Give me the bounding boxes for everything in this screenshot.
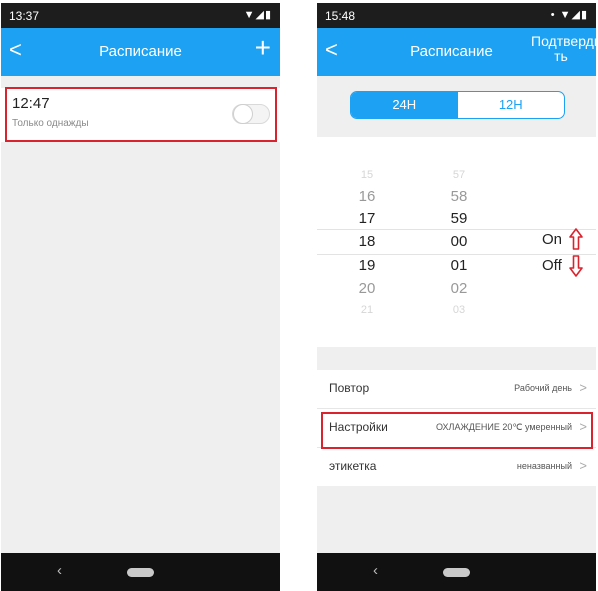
minute-option: 01 (450, 257, 468, 274)
hour-option: 15 (360, 169, 374, 181)
chevron-right-icon: > (579, 380, 587, 395)
hour-option: 16 (358, 188, 376, 205)
power-off-label[interactable]: Off (542, 257, 562, 274)
signal-battery-icon: ▼◢▮ (243, 9, 272, 21)
format-selector-area: 24H 12H (317, 76, 596, 137)
hour-option: 21 (360, 304, 374, 316)
confirm-button[interactable]: Подтверди ть (531, 34, 596, 64)
status-time: 15:48 (325, 9, 356, 23)
row-value: неназванный (516, 461, 572, 471)
chevron-right-icon: > (579, 458, 587, 473)
hour-option: 19 (358, 257, 376, 274)
nav-home-pill[interactable] (127, 568, 154, 577)
phone-screen-schedule-list: 13:37 ▼◢▮ < Расписание + 12:47 Только од… (1, 3, 280, 591)
section-gap (317, 347, 596, 370)
minute-option: 58 (450, 188, 468, 205)
highlight-box (5, 87, 277, 142)
time-format-segment: 24H 12H (350, 91, 565, 119)
nav-home-pill[interactable] (443, 568, 470, 577)
power-on-label[interactable]: On (542, 231, 562, 248)
hour-selected: 18 (358, 233, 376, 250)
signal-battery-icon: • ▼◢▮ (550, 9, 588, 21)
minute-option: 03 (452, 304, 466, 316)
hour-option: 17 (358, 210, 376, 227)
highlight-box (321, 412, 593, 449)
add-schedule-button[interactable]: + (255, 33, 271, 63)
minute-option: 57 (452, 169, 466, 181)
app-bar: < Расписание + (1, 28, 280, 76)
row-value: Рабочий день (514, 383, 572, 393)
page-title: Расписание (99, 43, 182, 60)
settings-row-label[interactable]: этикетка неназванный > (317, 448, 596, 487)
minute-option: 02 (450, 280, 468, 297)
arrow-up-icon (569, 228, 583, 250)
app-bar: < Расписание Подтверди ть (317, 28, 596, 76)
status-bar: 13:37 ▼◢▮ (1, 3, 280, 28)
nav-back-icon[interactable]: ‹ (57, 562, 62, 579)
format-12h-tab[interactable]: 12H (458, 92, 565, 118)
status-time: 13:37 (9, 9, 40, 23)
empty-area (317, 486, 596, 553)
time-picker[interactable]: 15 16 17 18 19 20 21 57 58 59 00 01 02 0… (317, 137, 596, 347)
settings-row-repeat[interactable]: Повтор Рабочий день > (317, 370, 596, 409)
status-bar: 15:48 • ▼◢▮ (317, 3, 596, 28)
row-label: Повтор (329, 381, 370, 395)
system-nav-bar: ‹ (317, 553, 596, 591)
format-24h-tab[interactable]: 24H (351, 92, 458, 118)
minute-selected: 00 (450, 233, 468, 250)
nav-back-icon[interactable]: ‹ (373, 562, 378, 579)
selection-line-top (317, 229, 596, 230)
system-nav-bar: ‹ (1, 553, 280, 591)
phone-screen-schedule-edit: 15:48 • ▼◢▮ < Расписание Подтверди ть 24… (317, 3, 596, 591)
arrow-down-icon (569, 255, 583, 277)
hour-option: 20 (358, 280, 376, 297)
row-label: этикетка (329, 459, 377, 473)
minute-option: 59 (450, 210, 468, 227)
selection-line-bottom (317, 254, 596, 255)
